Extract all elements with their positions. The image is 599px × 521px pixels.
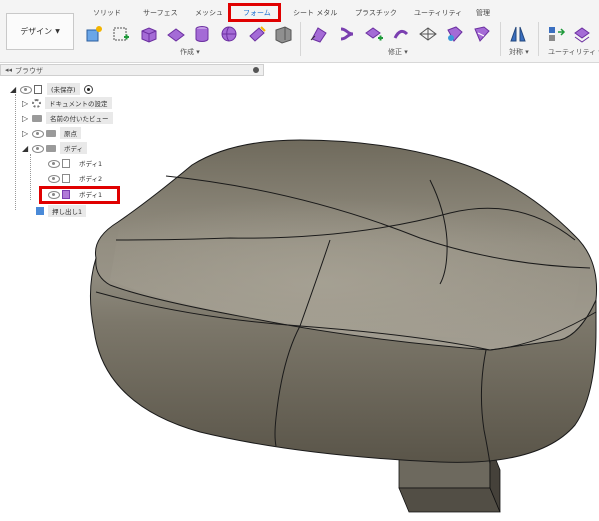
- expand-triangle-icon[interactable]: ▷: [22, 114, 32, 123]
- box-icon[interactable]: [139, 24, 159, 44]
- separator: [538, 22, 539, 56]
- tab-manage[interactable]: 管理: [476, 8, 490, 18]
- body-label: ボディ1: [79, 160, 103, 168]
- browser-header: ◂◂ ブラウザ: [0, 64, 264, 76]
- tab-surface[interactable]: サーフェス: [143, 8, 178, 18]
- expand-triangle-icon[interactable]: ▷: [22, 129, 32, 138]
- body-icon: [62, 173, 70, 183]
- symmetry-group-label[interactable]: 対称 ▾: [509, 47, 529, 57]
- folder-icon: [46, 129, 56, 137]
- browser-body-row[interactable]: ボディ2: [48, 172, 106, 184]
- merge-edge-icon[interactable]: [445, 24, 465, 44]
- browser-root-row[interactable]: ◢ (未保存): [10, 83, 93, 95]
- body-icon: [62, 158, 70, 168]
- folder-icon: [32, 114, 42, 122]
- mirror-symmetry-icon[interactable]: [508, 24, 528, 44]
- expand-triangle-icon[interactable]: ▷: [22, 99, 32, 108]
- subdivide-icon[interactable]: [391, 24, 411, 44]
- tree-connector: [15, 94, 16, 210]
- form-tab-highlight: [228, 3, 281, 22]
- cylinder-icon[interactable]: [192, 24, 212, 44]
- workspace-switcher-button[interactable]: デザイン ▼: [6, 13, 74, 50]
- insert-edge-icon[interactable]: [337, 24, 357, 44]
- torus-icon[interactable]: [247, 24, 267, 44]
- doc-settings-label: ドキュメントの設定: [45, 97, 112, 109]
- insert-point-icon[interactable]: [364, 24, 384, 44]
- tab-utility[interactable]: ユーティリティ: [414, 8, 462, 18]
- browser-feature-row[interactable]: 押し出し1: [36, 205, 87, 217]
- gear-icon: [32, 98, 41, 108]
- tab-solid[interactable]: ソリッド: [93, 8, 121, 18]
- plane-icon[interactable]: [166, 24, 186, 44]
- expand-triangle-icon[interactable]: ◢: [10, 85, 20, 94]
- create-form-icon[interactable]: [84, 24, 104, 44]
- active-radio-icon[interactable]: [83, 84, 93, 94]
- tree-connector: [30, 154, 31, 200]
- separator: [500, 22, 501, 56]
- document-icon: [34, 84, 42, 94]
- browser-title: ブラウザ: [15, 67, 43, 75]
- repair-body-icon[interactable]: [546, 24, 566, 44]
- browser-doc-settings-row[interactable]: ▷ ドキュメントの設定: [22, 97, 112, 109]
- form-body-highlight: [39, 186, 120, 204]
- visibility-eye-icon[interactable]: [32, 129, 44, 138]
- edit-form-icon[interactable]: [309, 24, 329, 44]
- visibility-eye-icon[interactable]: [20, 85, 32, 94]
- visibility-eye-icon[interactable]: [48, 159, 60, 168]
- body-label: ボディ2: [79, 175, 103, 183]
- tab-mesh[interactable]: メッシュ: [195, 8, 223, 18]
- root-component-label: (未保存): [47, 83, 80, 95]
- workspace-label: デザイン: [20, 27, 53, 36]
- collapse-browser-icon[interactable]: ◂◂: [5, 66, 12, 74]
- origin-label: 原点: [60, 127, 81, 139]
- box-plane-icon[interactable]: [111, 24, 131, 44]
- create-group-label[interactable]: 作成 ▾: [180, 47, 200, 57]
- visibility-eye-icon[interactable]: [32, 144, 44, 153]
- folder-icon: [46, 144, 56, 152]
- visibility-eye-icon[interactable]: [48, 174, 60, 183]
- expand-triangle-icon[interactable]: ◢: [22, 144, 32, 153]
- sphere-icon[interactable]: [219, 24, 239, 44]
- browser-body-row[interactable]: ボディ1: [48, 157, 106, 169]
- convert-icon[interactable]: [572, 24, 592, 44]
- crease-icon[interactable]: [418, 24, 438, 44]
- modify-group-label[interactable]: 修正 ▾: [388, 47, 408, 57]
- utility-group-label[interactable]: ユーティリティ ▾: [548, 47, 599, 57]
- pin-icon[interactable]: [253, 67, 259, 73]
- tab-sheet-metal[interactable]: シート メタル: [293, 8, 337, 18]
- quadball-icon[interactable]: [273, 24, 293, 44]
- model-viewport[interactable]: [0, 78, 599, 521]
- browser-named-views-row[interactable]: ▷ 名前の付いたビュー: [22, 112, 113, 124]
- named-views-label: 名前の付いたビュー: [46, 112, 113, 124]
- bodies-folder-label: ボディ: [60, 142, 88, 154]
- weld-vertices-icon[interactable]: [472, 24, 492, 44]
- ribbon-toolbar: デザイン ▼ ソリッド サーフェス メッシュ フォーム シート メタル プラスチ…: [0, 0, 599, 63]
- separator: [300, 22, 301, 56]
- tab-plastic[interactable]: プラスチック: [355, 8, 397, 18]
- extrude-feature-icon: [36, 207, 44, 215]
- chevron-down-icon: ▼: [55, 28, 60, 35]
- browser-origin-row[interactable]: ▷ 原点: [22, 127, 81, 139]
- browser-bodies-row[interactable]: ◢ ボディ: [22, 142, 88, 154]
- feature-label: 押し出し1: [48, 205, 87, 217]
